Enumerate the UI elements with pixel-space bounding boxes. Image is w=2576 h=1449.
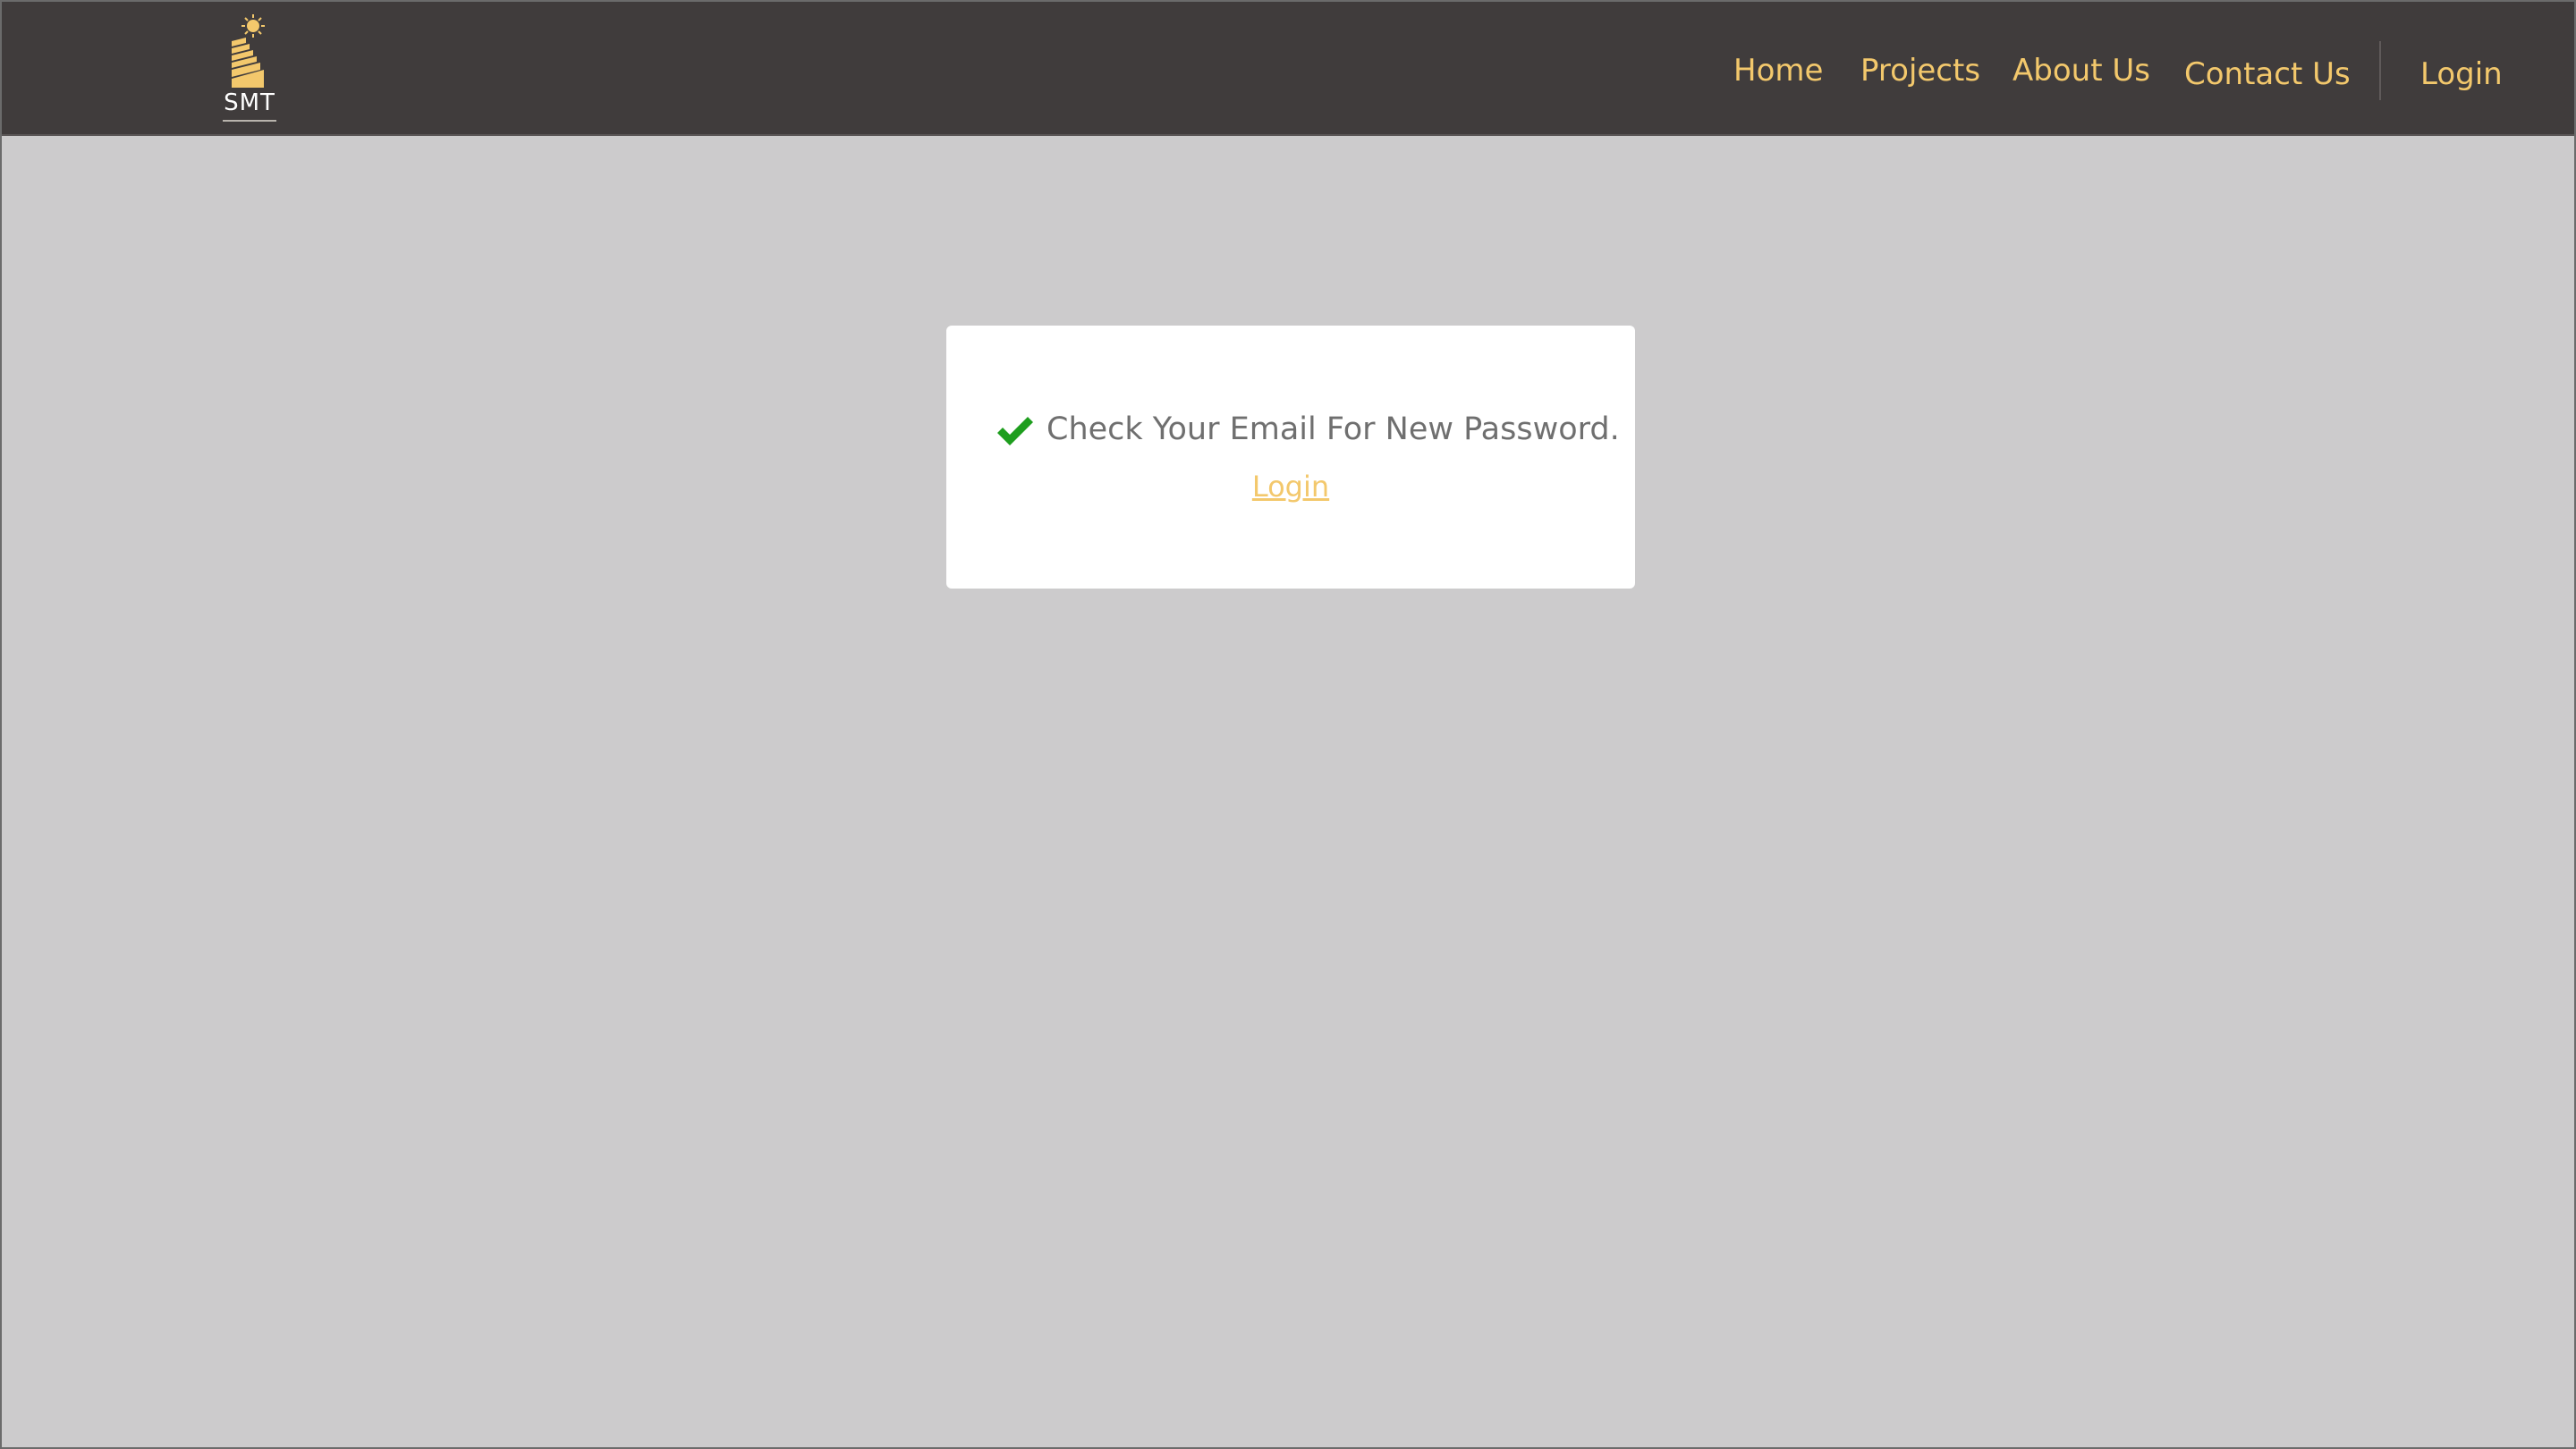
login-link[interactable]: Login <box>946 469 1635 504</box>
status-message: Check Your Email For New Password. <box>1046 411 1620 447</box>
confirmation-card: Check Your Email For New Password. Login <box>946 326 1635 589</box>
logo-text: SMT <box>224 89 275 116</box>
top-navbar: SMT Home Projects About Us Contact Us Lo… <box>2 2 2574 136</box>
nav-divider <box>2379 41 2381 100</box>
nav-home-link[interactable]: Home <box>1733 53 1823 89</box>
nav-login-link[interactable]: Login <box>2420 56 2503 92</box>
nav-about-us-link[interactable]: About Us <box>2012 53 2150 89</box>
building-sun-icon <box>232 14 265 88</box>
nav-contact-us-link[interactable]: Contact Us <box>2184 56 2351 92</box>
logo-divider <box>223 120 276 122</box>
brand-logo[interactable]: SMT <box>219 13 280 127</box>
nav-projects-link[interactable]: Projects <box>1860 53 1980 89</box>
checkmark-icon <box>997 417 1033 445</box>
